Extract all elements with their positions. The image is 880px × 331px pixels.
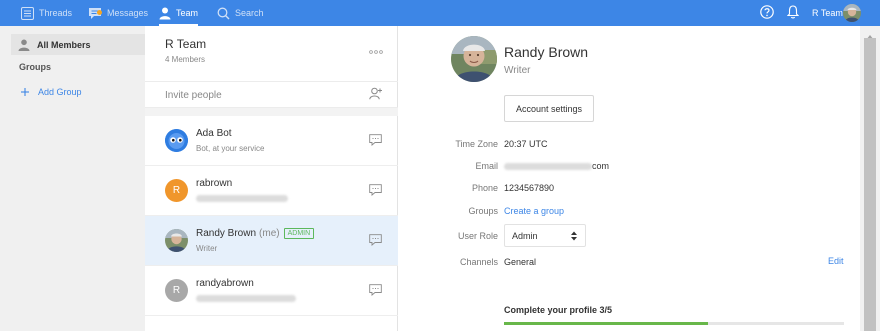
chat-icon[interactable] <box>369 184 382 199</box>
user-role-select[interactable]: Admin <box>504 224 586 247</box>
time-zone-label: Time Zone <box>455 139 498 149</box>
bot-avatar <box>165 129 188 152</box>
initial-avatar: R <box>165 179 188 202</box>
invite-people-label: Invite people <box>165 90 222 101</box>
select-caret-icon <box>571 231 577 243</box>
member-count: 4 Members <box>165 55 206 64</box>
profile-photo <box>451 36 497 82</box>
member-subtitle-redacted <box>196 195 288 202</box>
email-value: com <box>504 161 609 171</box>
email-label: Email <box>475 161 498 171</box>
more-options-icon[interactable] <box>369 45 383 57</box>
member-row-rabrown[interactable]: R rabrown <box>145 166 398 216</box>
member-name-line: Randy Brown (me) ADMIN <box>196 228 315 239</box>
chat-icon[interactable] <box>369 234 382 249</box>
groups-heading: Groups <box>19 62 52 72</box>
member-name: Randy Brown <box>196 228 257 239</box>
channels-value: General <box>504 257 537 267</box>
help-icon <box>760 4 774 22</box>
member-subtitle: Bot, at your service <box>196 144 265 153</box>
member-name: rabrown <box>196 178 233 189</box>
nav-search-label: Search <box>235 8 264 18</box>
profile-role: Writer <box>504 65 531 76</box>
add-group-label: Add Group <box>38 87 82 97</box>
avatar <box>843 4 861 22</box>
person-icon <box>159 7 171 20</box>
avatar-initial: R <box>172 185 181 196</box>
plus-icon <box>21 88 29 96</box>
chat-icon[interactable] <box>369 284 382 299</box>
email-suffix: com <box>592 161 610 171</box>
member-subtitle: Writer <box>196 244 218 253</box>
messages-icon <box>88 7 102 20</box>
scrollbar-thumb[interactable] <box>864 38 876 331</box>
profile-completion-title: Complete your profile 3/5 <box>504 305 613 315</box>
top-bar: Threads Messages Team Search R Team <box>0 0 880 26</box>
search-icon <box>217 7 230 20</box>
bell-icon <box>786 4 800 22</box>
team-switcher-label: R Team <box>812 8 843 18</box>
user-role-label: User Role <box>457 231 498 241</box>
channels-label: Channels <box>459 257 498 267</box>
time-zone-value: 20:37 UTC <box>504 139 548 149</box>
team-switcher[interactable]: R Team <box>812 0 843 26</box>
member-row-randy-brown[interactable]: Randy Brown (me) ADMIN Writer <box>145 216 398 266</box>
member-subtitle-redacted <box>196 295 296 302</box>
user-role-value: Admin <box>512 230 538 241</box>
person-icon <box>18 39 30 51</box>
me-label: (me) <box>259 228 280 239</box>
nav-messages[interactable]: Messages <box>88 0 148 26</box>
phone-value: 1234567890 <box>504 183 555 193</box>
nav-threads[interactable]: Threads <box>21 0 72 26</box>
sidebar-item-label: All Members <box>37 39 91 50</box>
sidebar-item-all-members[interactable]: All Members <box>11 34 145 55</box>
profile-name: Randy Brown <box>504 44 589 60</box>
notification-dot <box>97 9 102 15</box>
member-row-ada-bot[interactable]: Ada Bot Bot, at your service <box>145 116 398 166</box>
email-redacted <box>504 162 592 170</box>
member-name: randyabrown <box>196 278 254 289</box>
help-button[interactable] <box>760 0 774 26</box>
list-divider <box>145 108 398 116</box>
edit-channels-link[interactable]: Edit <box>828 256 844 266</box>
member-row-randyabrown[interactable]: R randyabrown <box>145 266 398 316</box>
add-person-icon[interactable] <box>369 87 383 103</box>
sidebar: All Members Groups Add Group <box>0 26 145 331</box>
avatar-initial: R <box>172 285 181 296</box>
add-group-button[interactable]: Add Group <box>21 87 82 97</box>
team-title: R Team <box>165 37 207 51</box>
member-name: Ada Bot <box>196 128 232 139</box>
account-settings-button[interactable]: Account settings <box>504 95 594 122</box>
admin-badge: ADMIN <box>283 228 315 239</box>
nav-threads-label: Threads <box>39 8 73 18</box>
nav-messages-label: Messages <box>107 8 149 18</box>
threads-icon <box>21 6 34 20</box>
nav-search[interactable]: Search <box>217 0 264 26</box>
create-group-link[interactable]: Create a group <box>504 206 564 216</box>
initial-avatar: R <box>165 279 188 302</box>
nav-team-label: Team <box>176 8 199 18</box>
groups-label: Groups <box>468 206 498 216</box>
phone-label: Phone <box>471 183 498 193</box>
invite-people-row[interactable]: Invite people <box>145 81 398 108</box>
member-list-panel: R Team 4 Members Invite people Ada Bot B… <box>145 26 398 331</box>
scrollbar[interactable] <box>860 26 880 331</box>
profile-completion-bar <box>504 322 844 325</box>
nav-team[interactable]: Team <box>159 0 199 26</box>
chat-icon[interactable] <box>369 134 382 149</box>
profile-completion-fill <box>504 322 708 325</box>
user-avatar-button[interactable] <box>843 0 861 26</box>
notifications-button[interactable] <box>786 0 800 26</box>
profile-panel: Randy Brown Writer Account settings Time… <box>398 26 860 331</box>
photo-avatar <box>165 229 188 252</box>
